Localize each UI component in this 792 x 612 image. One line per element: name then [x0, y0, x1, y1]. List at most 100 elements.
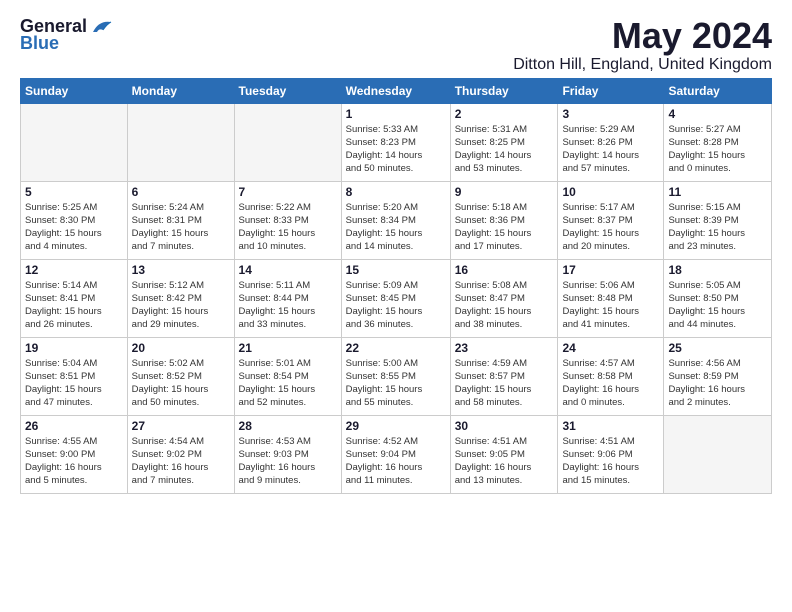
month-title: May 2024	[513, 16, 772, 56]
sun-time: and 53 minutes.	[455, 162, 554, 175]
day-number: 2	[455, 107, 554, 121]
day-number: 23	[455, 341, 554, 355]
sun-time: Sunset: 8:26 PM	[562, 136, 659, 149]
calendar-cell	[127, 103, 234, 181]
day-number: 29	[346, 419, 446, 433]
calendar-cell: 28Sunrise: 4:53 AMSunset: 9:03 PMDayligh…	[234, 415, 341, 493]
sun-time: and 41 minutes.	[562, 318, 659, 331]
day-number: 30	[455, 419, 554, 433]
sun-time: and 2 minutes.	[668, 396, 767, 409]
calendar-week-row: 12Sunrise: 5:14 AMSunset: 8:41 PMDayligh…	[21, 259, 772, 337]
calendar-cell: 8Sunrise: 5:20 AMSunset: 8:34 PMDaylight…	[341, 181, 450, 259]
calendar-cell	[234, 103, 341, 181]
daylight-hours: Daylight: 14 hours	[562, 149, 659, 162]
daylight-hours: Daylight: 15 hours	[562, 227, 659, 240]
calendar-cell: 24Sunrise: 4:57 AMSunset: 8:58 PMDayligh…	[558, 337, 664, 415]
day-number: 11	[668, 185, 767, 199]
logo: General Blue	[20, 16, 113, 54]
header: General Blue May 2024 Ditton Hill, Engla…	[20, 16, 772, 74]
sun-time: and 0 minutes.	[562, 396, 659, 409]
sun-time: Sunrise: 4:59 AM	[455, 357, 554, 370]
sun-time: and 13 minutes.	[455, 474, 554, 487]
day-number: 24	[562, 341, 659, 355]
sun-time: and 29 minutes.	[132, 318, 230, 331]
sun-time: Sunset: 9:02 PM	[132, 448, 230, 461]
day-number: 15	[346, 263, 446, 277]
daylight-hours: Daylight: 15 hours	[668, 149, 767, 162]
calendar-cell: 23Sunrise: 4:59 AMSunset: 8:57 PMDayligh…	[450, 337, 558, 415]
sun-time: Sunrise: 5:12 AM	[132, 279, 230, 292]
daylight-hours: Daylight: 15 hours	[132, 227, 230, 240]
sun-time: Sunset: 8:28 PM	[668, 136, 767, 149]
daylight-hours: Daylight: 15 hours	[132, 305, 230, 318]
daylight-hours: Daylight: 16 hours	[668, 383, 767, 396]
logo-blue: Blue	[20, 33, 59, 54]
day-number: 6	[132, 185, 230, 199]
calendar-cell: 17Sunrise: 5:06 AMSunset: 8:48 PMDayligh…	[558, 259, 664, 337]
calendar-cell: 21Sunrise: 5:01 AMSunset: 8:54 PMDayligh…	[234, 337, 341, 415]
daylight-hours: Daylight: 16 hours	[25, 461, 123, 474]
day-number: 4	[668, 107, 767, 121]
day-number: 27	[132, 419, 230, 433]
calendar-cell: 6Sunrise: 5:24 AMSunset: 8:31 PMDaylight…	[127, 181, 234, 259]
sun-time: Sunset: 8:48 PM	[562, 292, 659, 305]
sun-time: Sunset: 8:30 PM	[25, 214, 123, 227]
daylight-hours: Daylight: 15 hours	[239, 383, 337, 396]
sun-time: Sunrise: 5:01 AM	[239, 357, 337, 370]
calendar-cell: 2Sunrise: 5:31 AMSunset: 8:25 PMDaylight…	[450, 103, 558, 181]
sun-time: and 58 minutes.	[455, 396, 554, 409]
sun-time: Sunset: 8:45 PM	[346, 292, 446, 305]
daylight-hours: Daylight: 15 hours	[25, 305, 123, 318]
calendar-week-row: 1Sunrise: 5:33 AMSunset: 8:23 PMDaylight…	[21, 103, 772, 181]
sun-time: Sunrise: 5:33 AM	[346, 123, 446, 136]
sun-time: Sunrise: 4:52 AM	[346, 435, 446, 448]
sun-time: Sunset: 9:05 PM	[455, 448, 554, 461]
daylight-hours: Daylight: 16 hours	[239, 461, 337, 474]
sun-time: and 5 minutes.	[25, 474, 123, 487]
daylight-hours: Daylight: 16 hours	[562, 461, 659, 474]
sun-time: Sunset: 8:55 PM	[346, 370, 446, 383]
daylight-hours: Daylight: 15 hours	[239, 305, 337, 318]
day-number: 28	[239, 419, 337, 433]
sun-time: and 57 minutes.	[562, 162, 659, 175]
daylight-hours: Daylight: 15 hours	[132, 383, 230, 396]
sun-time: Sunset: 8:41 PM	[25, 292, 123, 305]
day-number: 20	[132, 341, 230, 355]
sun-time: Sunset: 8:47 PM	[455, 292, 554, 305]
daylight-hours: Daylight: 16 hours	[132, 461, 230, 474]
day-number: 31	[562, 419, 659, 433]
sun-time: Sunrise: 5:20 AM	[346, 201, 446, 214]
daylight-hours: Daylight: 15 hours	[668, 305, 767, 318]
day-number: 12	[25, 263, 123, 277]
daylight-hours: Daylight: 16 hours	[346, 461, 446, 474]
calendar-cell: 3Sunrise: 5:29 AMSunset: 8:26 PMDaylight…	[558, 103, 664, 181]
daylight-hours: Daylight: 14 hours	[455, 149, 554, 162]
page: General Blue May 2024 Ditton Hill, Engla…	[0, 0, 792, 504]
calendar-day-header: Friday	[558, 78, 664, 103]
calendar-cell: 27Sunrise: 4:54 AMSunset: 9:02 PMDayligh…	[127, 415, 234, 493]
sun-time: and 36 minutes.	[346, 318, 446, 331]
sun-time: Sunrise: 5:24 AM	[132, 201, 230, 214]
sun-time: Sunrise: 5:17 AM	[562, 201, 659, 214]
sun-time: Sunrise: 5:11 AM	[239, 279, 337, 292]
title-block: May 2024 Ditton Hill, England, United Ki…	[513, 16, 772, 74]
calendar-cell: 26Sunrise: 4:55 AMSunset: 9:00 PMDayligh…	[21, 415, 128, 493]
calendar-day-header: Monday	[127, 78, 234, 103]
sun-time: and 44 minutes.	[668, 318, 767, 331]
daylight-hours: Daylight: 16 hours	[455, 461, 554, 474]
sun-time: and 9 minutes.	[239, 474, 337, 487]
day-number: 19	[25, 341, 123, 355]
calendar-week-row: 5Sunrise: 5:25 AMSunset: 8:30 PMDaylight…	[21, 181, 772, 259]
calendar-cell: 31Sunrise: 4:51 AMSunset: 9:06 PMDayligh…	[558, 415, 664, 493]
sun-time: Sunrise: 5:15 AM	[668, 201, 767, 214]
day-number: 14	[239, 263, 337, 277]
calendar-day-header: Wednesday	[341, 78, 450, 103]
day-number: 9	[455, 185, 554, 199]
sun-time: and 0 minutes.	[668, 162, 767, 175]
calendar-cell: 5Sunrise: 5:25 AMSunset: 8:30 PMDaylight…	[21, 181, 128, 259]
sun-time: Sunrise: 5:05 AM	[668, 279, 767, 292]
calendar-cell: 22Sunrise: 5:00 AMSunset: 8:55 PMDayligh…	[341, 337, 450, 415]
day-number: 22	[346, 341, 446, 355]
sun-time: and 23 minutes.	[668, 240, 767, 253]
daylight-hours: Daylight: 15 hours	[455, 227, 554, 240]
